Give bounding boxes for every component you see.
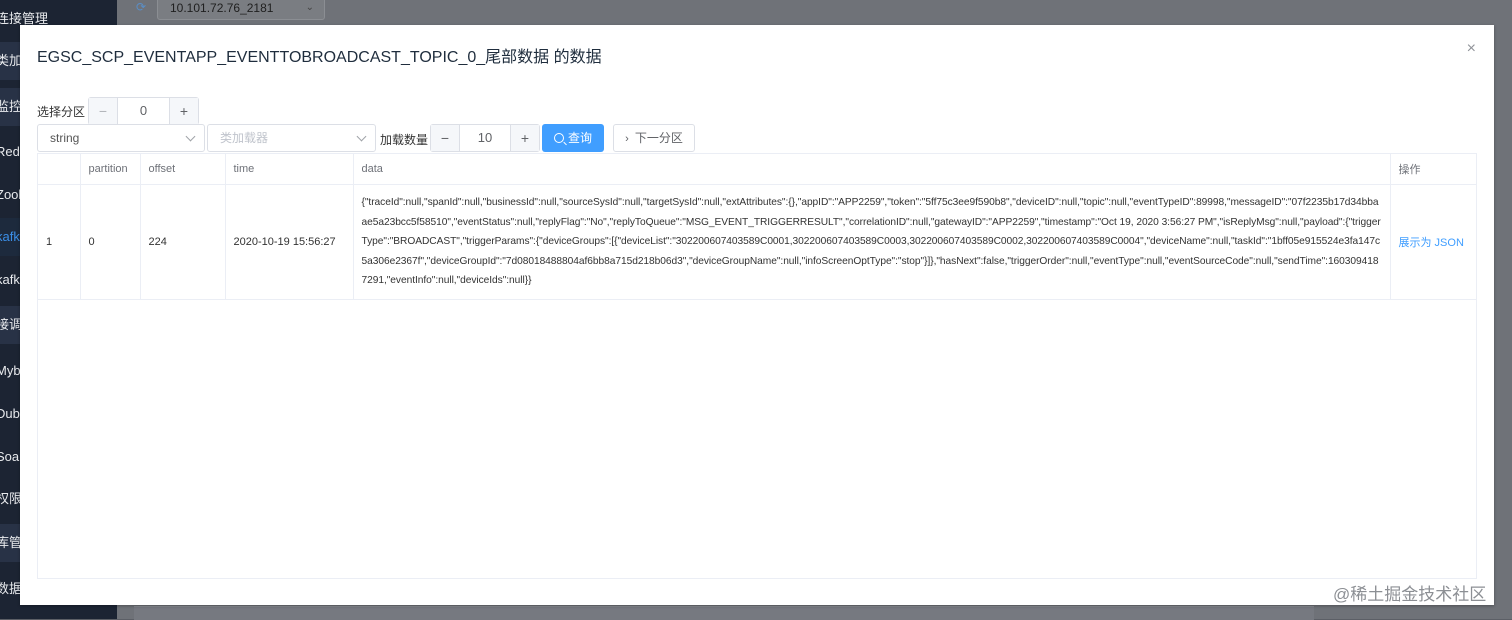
column-header-actions: 操作 — [1390, 154, 1476, 185]
data-table: partition offset time data 操作 1 0 224 20… — [37, 153, 1477, 579]
chevron-down-icon — [185, 131, 196, 142]
serializer-select[interactable]: string — [37, 124, 205, 152]
load-count-stepper: − 10 + — [430, 124, 540, 152]
chevron-down-icon: ⌄ — [305, 2, 314, 13]
cell-partition: 0 — [80, 184, 141, 300]
class-loader-placeholder: 类加载器 — [220, 131, 269, 145]
show-as-json-link[interactable]: 展示为 JSON — [1399, 237, 1464, 249]
column-header-index — [38, 154, 81, 185]
next-partition-button[interactable]: › 下一分区 — [613, 124, 695, 152]
partition-input[interactable]: 0 — [117, 98, 170, 124]
class-loader-select[interactable]: 类加载器 — [207, 124, 376, 152]
refresh-icon: ⟳ — [136, 0, 147, 14]
column-header-time: time — [225, 154, 354, 185]
query-button-label: 查询 — [567, 131, 592, 145]
cell-offset: 224 — [140, 184, 226, 300]
load-count-label: 加载数量 — [380, 133, 429, 147]
connection-select: 10.101.72.76_2181 ⌄ — [157, 0, 325, 20]
cell-index: 1 — [38, 184, 81, 300]
search-icon — [553, 133, 564, 143]
serializer-select-value: string — [50, 131, 80, 145]
table-row: 1 0 224 2020-10-19 15:56:27 {"traceId":n… — [38, 184, 1476, 300]
data-dialog: EGSC_SCP_EVENTAPP_EVENTTOBROADCAST_TOPIC… — [20, 25, 1494, 605]
column-header-data: data — [353, 154, 1391, 185]
cell-data: {"traceId":null,"spanId":null,"businessI… — [353, 184, 1391, 300]
query-button[interactable]: 查询 — [542, 124, 604, 152]
load-count-decrement-button[interactable]: − — [431, 125, 460, 151]
connection-select-value: 10.101.72.76_2181 — [170, 1, 274, 15]
background-bottom-bar — [134, 606, 1314, 620]
partition-stepper: − 0 + — [88, 97, 199, 125]
dialog-title: EGSC_SCP_EVENTAPP_EVENTTOBROADCAST_TOPIC… — [37, 49, 602, 66]
cell-actions: 展示为 JSON — [1390, 184, 1476, 300]
chevron-down-icon — [356, 131, 367, 142]
close-icon[interactable]: × — [1467, 40, 1476, 58]
load-count-input[interactable]: 10 — [459, 125, 511, 151]
column-header-partition: partition — [80, 154, 141, 185]
watermark: @稀土掘金技术社区 — [1333, 585, 1487, 604]
column-header-offset: offset — [140, 154, 226, 185]
next-partition-label: 下一分区 — [634, 131, 683, 145]
partition-decrement-button[interactable]: − — [89, 98, 118, 124]
table-header-row: partition offset time data 操作 — [38, 154, 1476, 185]
partition-label: 选择分区 — [37, 105, 86, 119]
partition-increment-button[interactable]: + — [169, 98, 198, 124]
load-count-increment-button[interactable]: + — [510, 125, 539, 151]
cell-time: 2020-10-19 15:56:27 — [225, 184, 354, 300]
chevron-right-icon: › — [625, 133, 629, 145]
